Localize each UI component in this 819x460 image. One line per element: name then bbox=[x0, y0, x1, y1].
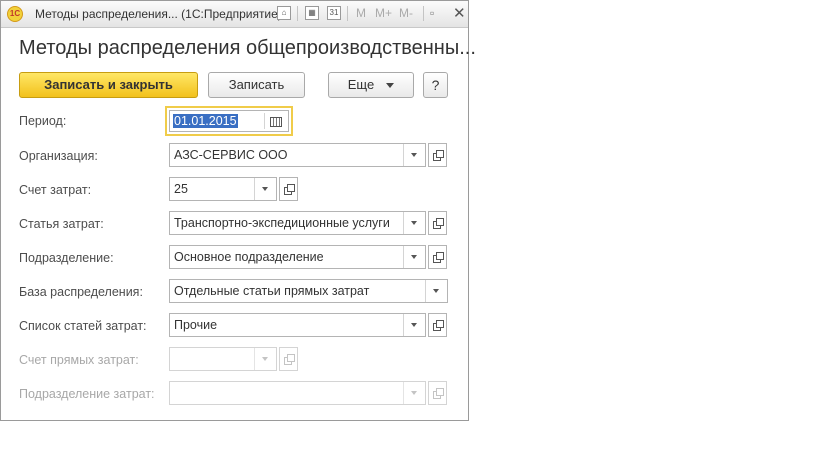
department-input[interactable]: Основное подразделение bbox=[169, 245, 426, 269]
cost-department-label: Подразделение затрат: bbox=[19, 387, 155, 401]
cost-item-input[interactable]: Транспортно-экспедиционные услуги bbox=[169, 211, 426, 235]
page-title: Методы распределения общепроизводственны… bbox=[19, 37, 476, 59]
cost-items-list-input[interactable]: Прочие bbox=[169, 313, 426, 337]
chevron-down-icon bbox=[386, 83, 395, 89]
open-cost-department-button bbox=[428, 381, 447, 405]
cost-account-value: 25 bbox=[174, 182, 188, 196]
close-button[interactable]: ✕ bbox=[453, 4, 466, 22]
chevron-down-icon[interactable] bbox=[425, 280, 447, 302]
open-department-button[interactable] bbox=[428, 245, 447, 269]
cost-items-list-value: Прочие bbox=[174, 318, 218, 332]
calendar-picker-icon[interactable] bbox=[270, 117, 282, 127]
period-value: 01.01.2015 bbox=[173, 114, 238, 128]
chevron-down-icon bbox=[403, 382, 425, 404]
open-icon bbox=[436, 252, 444, 260]
cost-item-value: Транспортно-экспедиционные услуги bbox=[174, 216, 390, 230]
open-direct-cost-account-button bbox=[279, 347, 298, 371]
distribution-base-select[interactable]: Отдельные статьи прямых затрат bbox=[169, 279, 448, 303]
calendar-icon[interactable]: 31 bbox=[327, 6, 341, 20]
window-title: Методы распределения... (1С:Предприятие) bbox=[35, 7, 282, 21]
link-icon[interactable]: ⌂ bbox=[277, 6, 291, 20]
title-bar: 1С Методы распределения... (1С:Предприят… bbox=[1, 1, 468, 28]
direct-cost-account-input bbox=[169, 347, 277, 371]
tile-icon[interactable]: ▫ bbox=[430, 6, 434, 20]
open-icon bbox=[287, 354, 295, 362]
direct-cost-account-label: Счет прямых затрат: bbox=[19, 353, 139, 367]
toolbar-separator bbox=[423, 6, 424, 21]
save-and-close-button[interactable]: Записать и закрыть bbox=[19, 72, 198, 98]
organization-input[interactable]: АЗС-СЕРВИС ООО bbox=[169, 143, 426, 167]
open-icon bbox=[436, 320, 444, 328]
memory-button[interactable]: M bbox=[356, 6, 366, 20]
open-cost-account-button[interactable] bbox=[279, 177, 298, 201]
memory-minus-button[interactable]: M- bbox=[399, 6, 413, 20]
department-value: Основное подразделение bbox=[174, 250, 324, 264]
chevron-down-icon[interactable] bbox=[403, 144, 425, 166]
organization-value: АЗС-СЕРВИС ООО bbox=[174, 148, 288, 162]
open-organization-button[interactable] bbox=[428, 143, 447, 167]
more-menu-button[interactable]: Еще bbox=[328, 72, 414, 98]
organization-label: Организация: bbox=[19, 149, 98, 163]
cost-department-input bbox=[169, 381, 426, 405]
open-icon bbox=[436, 388, 444, 396]
chevron-down-icon bbox=[254, 348, 276, 370]
help-button[interactable]: ? bbox=[423, 72, 448, 98]
open-cost-item-button[interactable] bbox=[428, 211, 447, 235]
distribution-base-label: База распределения: bbox=[19, 285, 143, 299]
period-focus-frame: 01.01.2015 bbox=[165, 106, 293, 136]
app-logo-icon: 1С bbox=[7, 6, 23, 22]
open-icon bbox=[287, 184, 295, 192]
open-icon bbox=[436, 150, 444, 158]
toolbar-separator bbox=[347, 6, 348, 21]
toolbar-separator bbox=[297, 6, 298, 21]
cost-account-input[interactable]: 25 bbox=[169, 177, 277, 201]
department-label: Подразделение: bbox=[19, 251, 114, 265]
memory-plus-button[interactable]: M+ bbox=[375, 6, 392, 20]
period-input[interactable]: 01.01.2015 bbox=[169, 110, 289, 132]
form-window: 1С Методы распределения... (1С:Предприят… bbox=[0, 0, 476, 421]
chevron-down-icon[interactable] bbox=[403, 246, 425, 268]
chevron-down-icon[interactable] bbox=[403, 314, 425, 336]
cost-items-list-label: Список статей затрат: bbox=[19, 319, 147, 333]
save-button[interactable]: Записать bbox=[208, 72, 305, 98]
cost-account-label: Счет затрат: bbox=[19, 183, 92, 197]
more-button-label: Еще bbox=[347, 77, 375, 92]
period-label: Период: bbox=[19, 114, 67, 128]
field-separator bbox=[264, 113, 265, 129]
distribution-base-value: Отдельные статьи прямых затрат bbox=[174, 284, 370, 298]
open-icon bbox=[436, 218, 444, 226]
cost-item-label: Статья затрат: bbox=[19, 217, 104, 231]
table-icon[interactable]: ▦ bbox=[305, 6, 319, 20]
chevron-down-icon[interactable] bbox=[254, 178, 276, 200]
open-cost-items-list-button[interactable] bbox=[428, 313, 447, 337]
chevron-down-icon[interactable] bbox=[403, 212, 425, 234]
